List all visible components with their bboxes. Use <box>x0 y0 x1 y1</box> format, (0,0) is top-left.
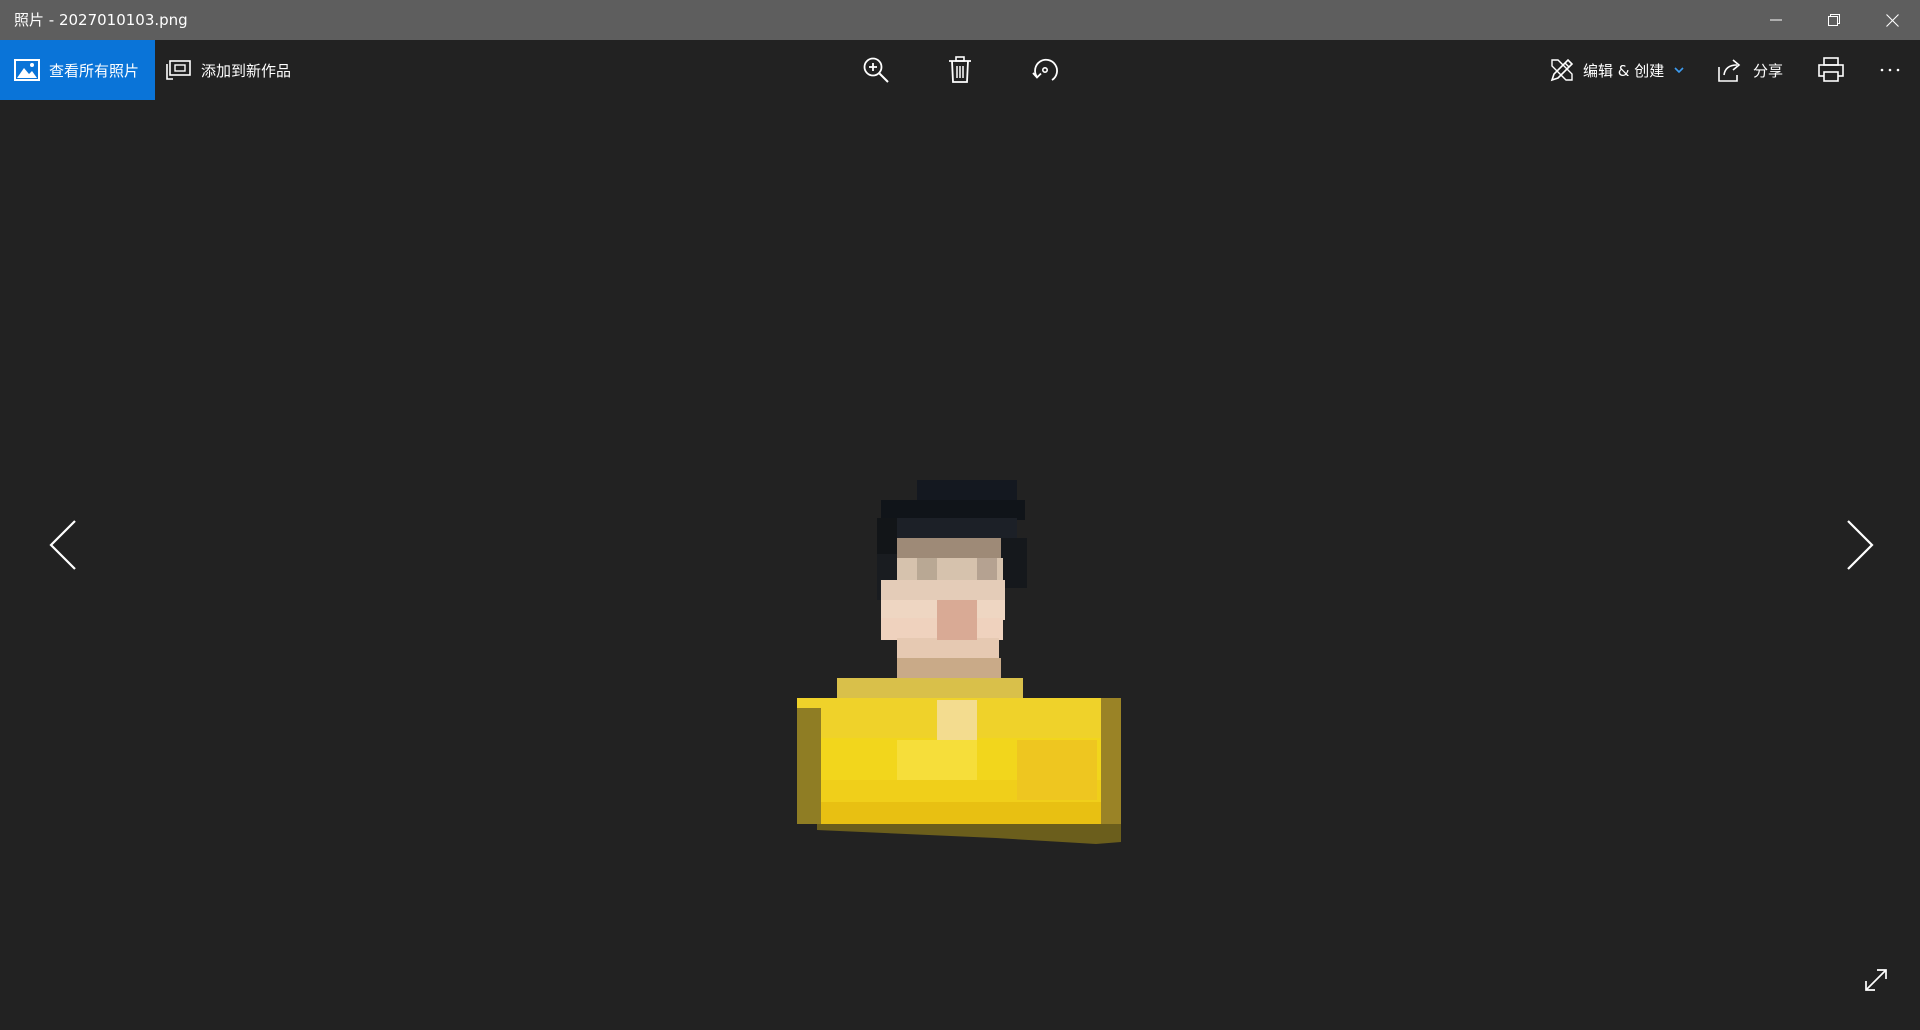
add-to-creation-button[interactable]: 添加到新作品 <box>166 40 291 100</box>
minimize-icon <box>1770 19 1782 21</box>
print-icon <box>1818 57 1844 82</box>
restore-button[interactable] <box>1806 0 1862 40</box>
chevron-right-icon <box>1847 520 1874 570</box>
restore-icon <box>1828 14 1840 26</box>
delete-icon <box>949 56 971 83</box>
photos-app-window: 照片 - 2027010103.png 查看所有照片 添加到新作品 编辑 & 创… <box>0 0 1920 1030</box>
zoom-button[interactable] <box>852 40 900 100</box>
edit-create-icon <box>1549 57 1575 83</box>
photo-face <box>881 538 1005 660</box>
more-options-button[interactable] <box>1862 40 1918 100</box>
rotate-button[interactable] <box>1021 40 1069 100</box>
delete-button[interactable] <box>936 40 984 100</box>
minimize-button[interactable] <box>1748 0 1804 40</box>
edit-create-label: 编辑 & 创建 <box>1583 61 1665 80</box>
command-bar: 查看所有照片 添加到新作品 编辑 & 创建 分享 <box>0 40 1920 100</box>
displayed-photo <box>797 480 1121 844</box>
close-icon <box>1885 13 1899 27</box>
more-icon <box>1880 68 1900 72</box>
title-bar: 照片 - 2027010103.png <box>0 0 1920 40</box>
add-to-creation-icon <box>166 58 192 82</box>
share-label: 分享 <box>1753 61 1784 80</box>
window-title: 照片 - 2027010103.png <box>14 11 188 29</box>
view-all-photos-label: 查看所有照片 <box>49 61 140 80</box>
expand-icon <box>1865 969 1887 991</box>
chevron-down-icon <box>1674 66 1684 74</box>
edit-create-button[interactable]: 编辑 & 创建 <box>1549 40 1684 100</box>
rotate-icon <box>1032 58 1058 81</box>
add-to-creation-label: 添加到新作品 <box>201 61 292 80</box>
view-all-photos-button[interactable]: 查看所有照片 <box>0 40 155 100</box>
fullscreen-button[interactable] <box>1858 962 1894 998</box>
photo-shirt <box>797 678 1121 844</box>
image-viewer <box>0 100 1920 1030</box>
photo-icon <box>14 59 40 81</box>
zoom-in-icon <box>863 57 889 83</box>
close-button[interactable] <box>1864 0 1920 40</box>
share-icon <box>1717 58 1743 82</box>
chevron-left-icon <box>49 520 76 570</box>
next-image-button[interactable] <box>1836 510 1884 580</box>
print-button[interactable] <box>1807 40 1855 100</box>
previous-image-button[interactable] <box>39 510 87 580</box>
share-button[interactable]: 分享 <box>1717 40 1783 100</box>
